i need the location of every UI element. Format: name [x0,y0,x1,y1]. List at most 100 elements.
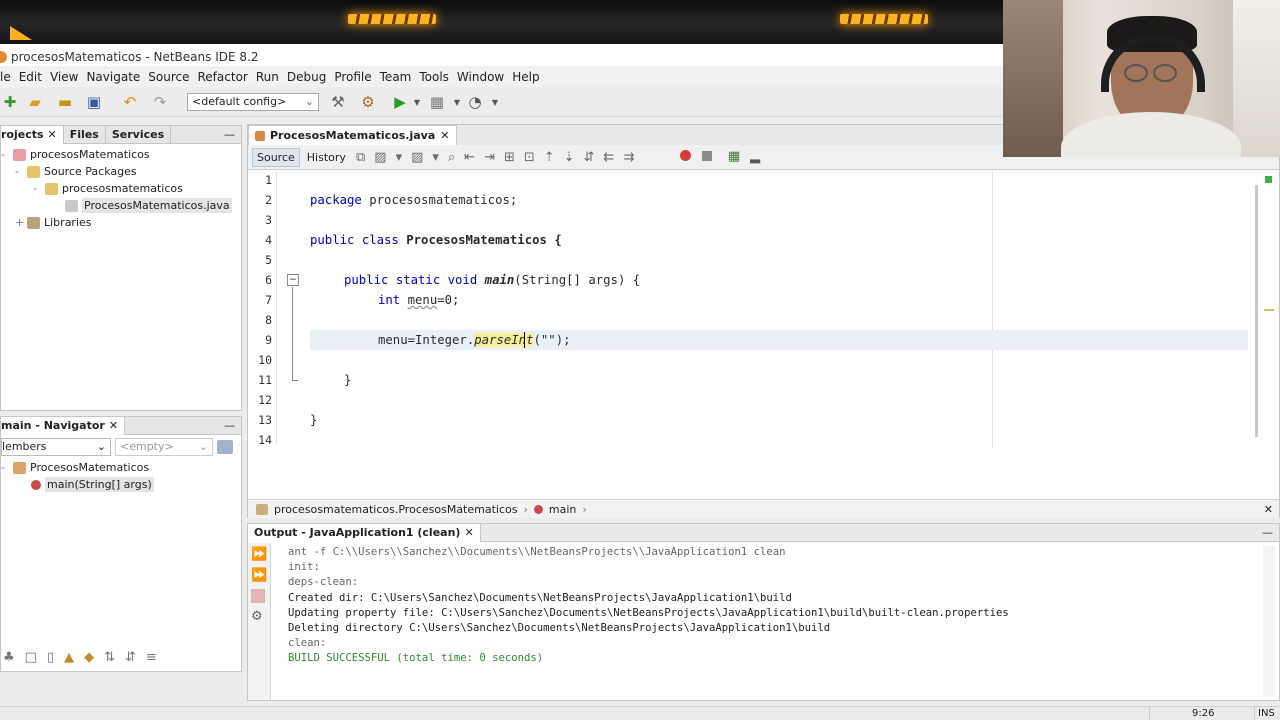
close-icon[interactable]: ✕ [440,129,449,142]
output-line: clean: [288,637,327,650]
context-select[interactable]: <empty> ⌄ [115,438,213,456]
tab-services-label: Services [111,128,165,141]
right-margin-line [992,172,993,448]
menu-team[interactable]: Team [377,70,417,84]
filter-icon[interactable] [217,440,233,454]
navigator-filter-toolbar: ♣ □ ▯ ▲ ◆ ⇅ ⇵ ≡ [1,647,241,667]
tree-item-label: Libraries [44,216,92,229]
save-all-icon[interactable]: ▣ [84,92,104,112]
output-panel: Output - JavaApplication1 (clean) ✕ — ⏩ ⏩… [247,523,1280,701]
members-select[interactable]: lembers ⌄ [1,438,111,456]
menu-source[interactable]: Source [145,70,194,84]
new-project-icon[interactable]: ▰ [25,92,45,112]
tree-item-java-file[interactable]: ProcesosMatematicos.java [1,197,241,214]
project-icon [13,148,26,161]
javadoc-icon[interactable]: ≡ [146,650,157,665]
menu-profile[interactable]: Profile [331,70,376,84]
menu-help[interactable]: Help [509,70,544,84]
expand-icon[interactable]: + [15,216,24,229]
expand-icon[interactable]: - [15,165,23,178]
minimize-icon[interactable]: — [224,128,241,141]
lock-filter-icon[interactable]: ▲ [64,650,74,665]
nav-item-class[interactable]: - ProcesosMatematicos [1,459,241,476]
editor-scrollbar[interactable] [1255,185,1258,437]
tree-item-source-packages[interactable]: - Source Packages [1,163,241,180]
output-side-toolbar: ⏩ ⏩ ⚙ [248,543,271,700]
line-number: 12 [258,393,272,407]
inherited-filter-icon[interactable]: ◆ [84,650,94,665]
tab-navigator[interactable]: main - Navigator ✕ [1,416,126,435]
tab-projects[interactable]: rojects ✕ [1,125,64,144]
menu-edit[interactable]: Edit [16,70,47,84]
webcam-overlay [1003,0,1280,157]
chevron-down-icon: ⌄ [198,440,208,453]
close-icon[interactable]: ✕ [464,526,473,539]
menu-run[interactable]: Run [253,70,284,84]
minimize-icon[interactable]: — [1262,526,1279,539]
fold-icon[interactable]: − [287,274,299,286]
debug-dropdown-icon[interactable]: ▼ [447,92,467,112]
status-bar: 9:26 INS [0,706,1280,720]
breadcrumb-class[interactable]: procesosmatematicos.ProcesosMatematicos [274,503,517,516]
stop-macro-icon[interactable] [702,151,712,161]
output-line: init: [288,561,320,574]
comment-icon[interactable]: ▦ [728,149,740,164]
expand-icon[interactable]: - [33,182,41,195]
new-file-icon[interactable]: ✚ [0,92,20,112]
close-icon[interactable]: ✕ [48,128,57,141]
sort-name-icon[interactable]: ⇅ [104,650,115,665]
editor-tab-file[interactable]: ProcesosMatematicos.java ✕ [248,125,457,145]
menu-refactor[interactable]: Refactor [195,70,253,84]
profile-icon[interactable]: ◔ [465,92,485,112]
output-scrollbar[interactable] [1263,546,1275,696]
source-button[interactable]: Source [252,147,300,167]
uncomment-icon[interactable]: ▂ [750,149,760,164]
minimize-icon[interactable]: — [224,419,241,432]
expand-icon[interactable]: - [1,461,9,474]
stop-icon[interactable] [251,589,265,603]
record-macro-icon[interactable] [680,150,691,161]
window-title-bar: procesosMatematicos - NetBeans IDE 8.2 [0,44,1003,66]
menu-navigate[interactable]: Navigate [83,70,145,84]
menu-file[interactable]: le [0,70,16,84]
tab-services[interactable]: Services [106,125,172,144]
text-cursor [524,332,525,348]
tree-item-package[interactable]: - procesosmatematicos [1,180,241,197]
close-icon[interactable]: ✕ [1264,503,1279,516]
tree-item-libraries[interactable]: + Libraries [1,214,241,231]
profile-dropdown-icon[interactable]: ▼ [485,92,505,112]
settings-icon[interactable]: ⚙ [251,609,270,624]
breadcrumb-method[interactable]: main [549,503,576,516]
nav-item-method[interactable]: main(String[] args) [1,476,241,493]
fields-filter-icon[interactable]: ♣ [3,650,15,665]
sort-source-icon[interactable]: ⇵ [125,650,136,665]
insert-mode: INS [1258,708,1275,719]
rerun-icon[interactable]: ⏩ [251,547,270,562]
redo-icon[interactable]: ↷ [150,92,170,112]
static-filter-icon[interactable]: □ [25,650,37,665]
tree-item-project[interactable]: - procesosMatematicos [1,146,241,163]
public-filter-icon[interactable]: ▯ [47,650,54,665]
build-icon[interactable]: ⚒ [328,92,348,112]
decor-glow-right [840,14,928,24]
line-number: 8 [265,313,272,327]
menu-view[interactable]: View [47,70,83,84]
history-button[interactable]: History [303,149,350,166]
undo-icon[interactable]: ↶ [120,92,140,112]
menu-window[interactable]: Window [454,70,509,84]
clean-build-icon[interactable]: ⚙ [358,92,378,112]
rerun-options-icon[interactable]: ⏩ [251,568,270,583]
run-dropdown-icon[interactable]: ▼ [407,92,427,112]
tab-output[interactable]: Output - JavaApplication1 (clean) ✕ [248,523,481,542]
menu-debug[interactable]: Debug [284,70,331,84]
expand-icon[interactable]: - [1,148,9,161]
tab-files[interactable]: Files [64,125,106,144]
debug-icon[interactable]: ▦ [427,92,447,112]
build-status-line: BUILD SUCCESSFUL (total time: 0 seconds) [288,652,544,665]
config-select[interactable]: <default config> ⌄ [187,93,319,111]
open-project-icon[interactable]: ▬ [55,92,75,112]
menu-bar: le Edit View Navigate Source Refactor Ru… [0,66,1003,87]
menu-tools[interactable]: Tools [416,70,454,84]
close-icon[interactable]: ✕ [109,419,118,432]
editor-actions-icons[interactable]: ⧉▨▾▨▾⌕⇤⇥⊞⊡⇡⇣⇵⇇⇉ [356,150,643,165]
